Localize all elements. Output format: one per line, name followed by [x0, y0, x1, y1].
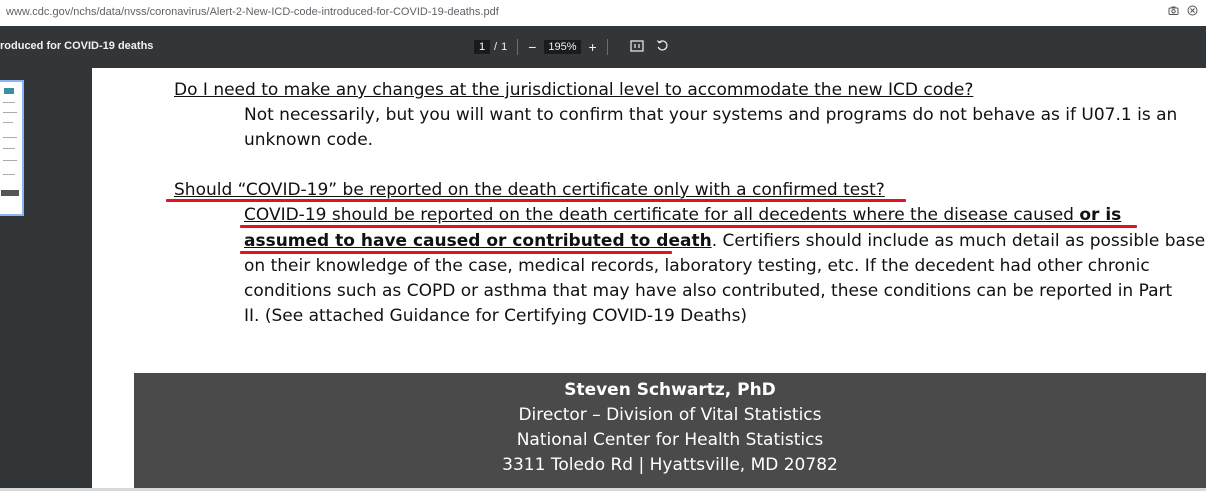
thumbnail-text-line: [3, 148, 15, 149]
thumbnail-footer: [1, 190, 19, 196]
close-icon[interactable]: [1187, 5, 1198, 20]
thumbnail-text-line: [3, 174, 15, 175]
pdf-page: Do I need to make any changes at the jur…: [92, 68, 1206, 488]
organization-address: 3311 Toledo Rd | Hyattsville, MD 20782: [502, 455, 838, 475]
page-controls: 1 / 1 − 195% +: [474, 39, 669, 55]
url-bar-actions: [1168, 5, 1198, 20]
toolbar-divider: [606, 39, 608, 55]
thumbnail-text-line: [3, 112, 17, 113]
question-heading: Do I need to make any changes at the jur…: [174, 80, 974, 100]
page-number-input[interactable]: 1: [474, 40, 490, 54]
zoom-out-button[interactable]: −: [528, 40, 536, 54]
signature-footer: Steven Schwartz, PhD Director – Division…: [134, 373, 1206, 488]
thumbnail-sidebar: [0, 68, 92, 491]
rotate-icon[interactable]: [656, 39, 669, 55]
red-underline-annotation: [166, 199, 906, 202]
thumbnail-logo: [4, 88, 14, 94]
red-underline-annotation: [240, 225, 1137, 228]
page-thumbnail[interactable]: [0, 80, 24, 216]
answer-text: II. (See attached Guidance for Certifyin…: [244, 306, 748, 326]
fit-page-icon[interactable]: [630, 39, 644, 55]
thumbnail-text-line: [3, 137, 17, 138]
toolbar-divider: [517, 39, 519, 55]
answer-text: conditions such as COPD or asthma that m…: [244, 281, 1173, 301]
answer-text-bold: or is: [1079, 205, 1122, 225]
organization-name: National Center for Health Statistics: [516, 430, 824, 450]
url-bar: www.cdc.gov/nchs/data/nvss/coronavirus/A…: [0, 0, 1206, 26]
camera-icon[interactable]: [1168, 5, 1179, 20]
thumbnail-text-line: [3, 102, 15, 103]
answer-text-normal: COVID-19 should be reported on the death…: [244, 205, 1080, 225]
zoom-level-input[interactable]: 195%: [544, 40, 581, 54]
answer-text: on their knowledge of the case, medical …: [244, 256, 1150, 276]
address-bar[interactable]: www.cdc.gov/nchs/data/nvss/coronavirus/A…: [6, 6, 499, 18]
thumbnail-text-line: [3, 122, 13, 123]
page-separator: /: [494, 41, 498, 53]
signatory-title: Director – Division of Vital Statistics: [518, 405, 822, 425]
pdf-toolbar: roduced for COVID-19 deaths 1 / 1 − 195%…: [0, 26, 1206, 68]
signatory-name: Steven Schwartz, PhD: [564, 380, 776, 400]
zoom-in-button[interactable]: +: [589, 40, 597, 54]
answer-text: unknown code.: [244, 130, 374, 150]
answer-text-bold: assumed to have caused or contributed to…: [244, 231, 712, 251]
answer-text-normal: . Certifiers should include as much deta…: [711, 231, 1206, 251]
page-total: 1: [501, 41, 508, 53]
document-title: roduced for COVID-19 deaths: [0, 40, 154, 52]
answer-text: Not necessarily, but you will want to co…: [244, 105, 1178, 125]
thumbnail-text-line: [3, 160, 17, 161]
